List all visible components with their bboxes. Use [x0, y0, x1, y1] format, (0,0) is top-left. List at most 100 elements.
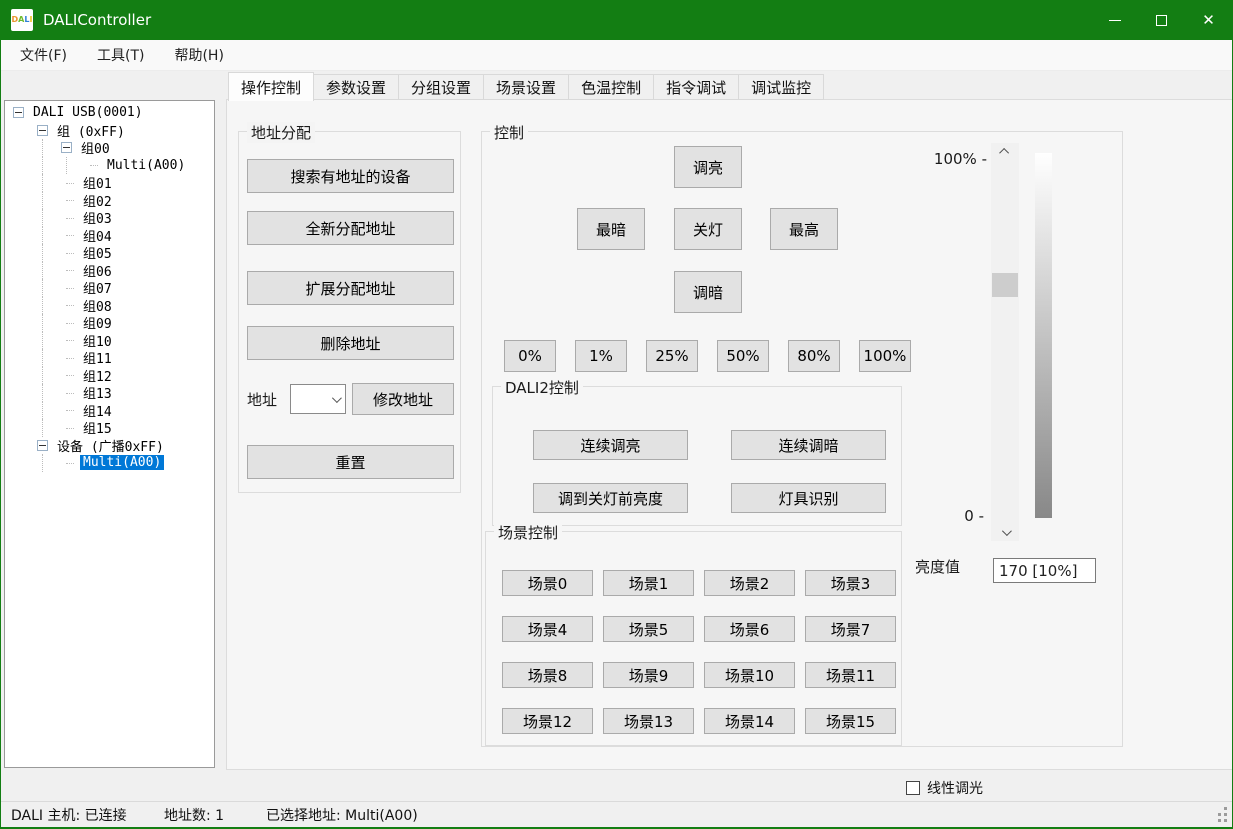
brightness-value-field[interactable]: 170 [10%] [993, 558, 1096, 583]
brighten-button[interactable]: 调亮 [674, 146, 742, 188]
tree-indent-guide [13, 402, 37, 420]
scene-button-12[interactable]: 场景12 [502, 708, 593, 734]
tree-item-8[interactable]: 组05 [5, 244, 214, 262]
tree-indent-guide [13, 367, 37, 385]
tree-item-1[interactable]: 组 (0xFF) [5, 122, 214, 140]
percent-button-100[interactable]: 100% [859, 340, 911, 372]
dimmest-button[interactable]: 最暗 [577, 208, 645, 250]
scene-button-9[interactable]: 场景9 [603, 662, 694, 688]
lamp-identify-button[interactable]: 灯具识别 [731, 483, 886, 513]
tree-item-12[interactable]: 组09 [5, 314, 214, 332]
tree-item-3[interactable]: Multi(A00) [5, 157, 214, 175]
brightest-button[interactable]: 最高 [770, 208, 838, 250]
minimize-button[interactable] [1091, 0, 1138, 40]
recall-pre-off-level-button[interactable]: 调到关灯前亮度 [533, 483, 688, 513]
tree-item-label: DALI USB(0001) [30, 105, 146, 120]
close-button[interactable]: ✕ [1185, 0, 1232, 40]
tree-indent-guide [37, 209, 61, 227]
tree-item-2[interactable]: 组00 [5, 139, 214, 157]
scene-button-10[interactable]: 场景10 [704, 662, 795, 688]
collapse-icon[interactable] [13, 107, 24, 118]
tree-item-18[interactable]: 组15 [5, 419, 214, 437]
extend-assign-addresses-button[interactable]: 扩展分配地址 [247, 271, 454, 305]
scene-button-1[interactable]: 场景1 [603, 570, 694, 596]
tree-item-7[interactable]: 组04 [5, 227, 214, 245]
tree-item-5[interactable]: 组02 [5, 192, 214, 210]
scroll-down-button[interactable] [991, 524, 1019, 541]
linear-dimming-row: 线性调光 [906, 778, 983, 798]
reset-button[interactable]: 重置 [247, 445, 454, 479]
tree-item-9[interactable]: 组06 [5, 262, 214, 280]
scrollbar-thumb[interactable] [992, 273, 1018, 297]
collapse-icon[interactable] [61, 142, 72, 153]
tab-scene-settings[interactable]: 场景设置 [484, 74, 569, 100]
tree-item-10[interactable]: 组07 [5, 279, 214, 297]
tab-color-temp-control[interactable]: 色温控制 [569, 74, 654, 100]
tree-item-17[interactable]: 组14 [5, 402, 214, 420]
percent-button-80[interactable]: 80% [788, 340, 840, 372]
tree-indent-guide [13, 384, 37, 402]
tree-indent-guide [37, 192, 61, 210]
menu-tools[interactable]: 工具(T) [82, 40, 159, 70]
percent-button-50[interactable]: 50% [717, 340, 769, 372]
address-assignment-group: 地址分配 搜索有地址的设备全新分配地址扩展分配地址删除地址 地址 修改地址 重置 [238, 131, 461, 493]
tree-item-15[interactable]: 组12 [5, 367, 214, 385]
scene-button-2[interactable]: 场景2 [704, 570, 795, 596]
app-icon: DALI [11, 9, 33, 31]
percent-button-row: 0% 1% 25% 50% 80% 100% [504, 340, 911, 372]
assign-new-addresses-button[interactable]: 全新分配地址 [247, 211, 454, 245]
scene-button-8[interactable]: 场景8 [502, 662, 593, 688]
linear-dimming-checkbox[interactable] [906, 781, 920, 795]
tab-group-settings[interactable]: 分组设置 [399, 74, 484, 100]
scene-button-3[interactable]: 场景3 [805, 570, 896, 596]
tree-item-16[interactable]: 组13 [5, 384, 214, 402]
tab-parameter-settings[interactable]: 参数设置 [314, 74, 399, 100]
title-bar: DALI DALIController ✕ [1, 0, 1232, 40]
tree-item-13[interactable]: 组10 [5, 332, 214, 350]
tree-item-19[interactable]: 设备 (广播0xFF) [5, 437, 214, 455]
scene-button-4[interactable]: 场景4 [502, 616, 593, 642]
scene-button-0[interactable]: 场景0 [502, 570, 593, 596]
tab-command-debug[interactable]: 指令调试 [654, 74, 739, 100]
tree-indent-guide [13, 297, 37, 315]
tree-item-6[interactable]: 组03 [5, 209, 214, 227]
tree-item-label: 组08 [80, 296, 115, 315]
tab-debug-monitor[interactable]: 调试监控 [739, 74, 824, 100]
continuous-dim-button[interactable]: 连续调暗 [731, 430, 886, 460]
scene-button-13[interactable]: 场景13 [603, 708, 694, 734]
tree-item-11[interactable]: 组08 [5, 297, 214, 315]
tab-operation-control[interactable]: 操作控制 [228, 72, 314, 101]
collapse-icon[interactable] [37, 440, 48, 451]
percent-button-0[interactable]: 0% [504, 340, 556, 372]
lamp-off-button[interactable]: 关灯 [674, 208, 742, 250]
modify-address-button[interactable]: 修改地址 [352, 383, 454, 415]
scene-button-6[interactable]: 场景6 [704, 616, 795, 642]
close-icon: ✕ [1202, 13, 1215, 28]
app-window: DALI DALIController ✕ 文件(F) 工具(T) 帮助(H) … [0, 0, 1233, 829]
scene-button-15[interactable]: 场景15 [805, 708, 896, 734]
tree-item-14[interactable]: 组11 [5, 349, 214, 367]
continuous-brighten-button[interactable]: 连续调亮 [533, 430, 688, 460]
menu-file[interactable]: 文件(F) [5, 40, 82, 70]
percent-button-1[interactable]: 1% [575, 340, 627, 372]
scene-button-7[interactable]: 场景7 [805, 616, 896, 642]
resize-grip[interactable] [1224, 819, 1227, 822]
tree-item-0[interactable]: DALI USB(0001) [5, 104, 214, 122]
scroll-up-button[interactable] [991, 143, 1019, 160]
search-addressed-devices-button[interactable]: 搜索有地址的设备 [247, 159, 454, 193]
percent-button-25[interactable]: 25% [646, 340, 698, 372]
scene-button-5[interactable]: 场景5 [603, 616, 694, 642]
address-combobox[interactable] [290, 384, 346, 414]
collapse-icon[interactable] [37, 125, 48, 136]
scene-button-14[interactable]: 场景14 [704, 708, 795, 734]
dim-button[interactable]: 调暗 [674, 271, 742, 313]
menu-help[interactable]: 帮助(H) [159, 40, 238, 70]
delete-address-button[interactable]: 删除地址 [247, 326, 454, 360]
maximize-button[interactable] [1138, 0, 1185, 40]
tree-item-label: 组10 [80, 331, 115, 350]
tree-item-4[interactable]: 组01 [5, 174, 214, 192]
tree-indent-guide [13, 454, 37, 472]
scene-button-11[interactable]: 场景11 [805, 662, 896, 688]
tree-item-20[interactable]: Multi(A00) [5, 454, 214, 472]
brightness-scrollbar[interactable] [991, 143, 1019, 541]
